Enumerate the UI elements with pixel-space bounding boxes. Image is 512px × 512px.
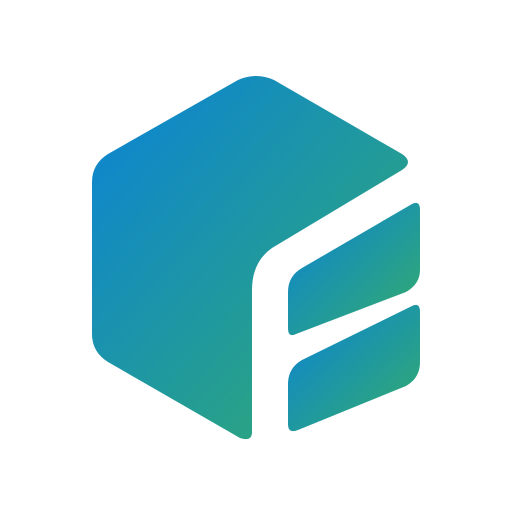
hexagon-cube-f-icon	[92, 76, 420, 440]
app-logo-canvas	[0, 0, 512, 512]
